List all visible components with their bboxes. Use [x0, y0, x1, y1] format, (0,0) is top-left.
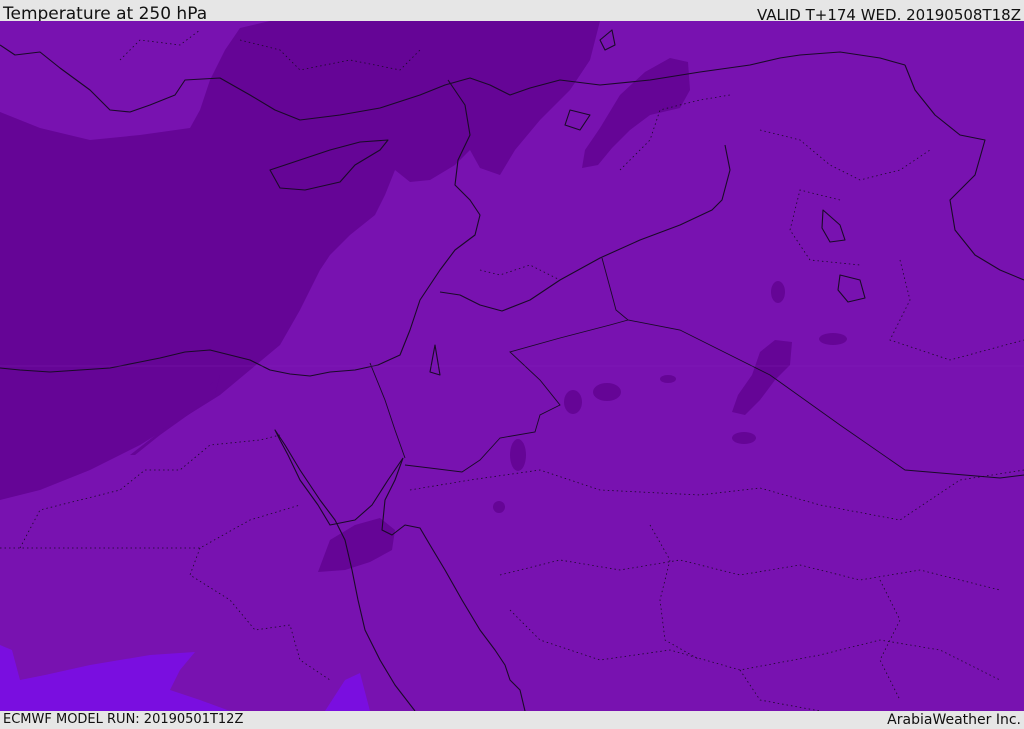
credit-label: ArabiaWeather Inc. — [887, 712, 1021, 728]
model-run-label: ECMWF MODEL RUN: 20190501T12Z — [3, 712, 244, 727]
temperature-map[interactable] — [0, 21, 1024, 711]
